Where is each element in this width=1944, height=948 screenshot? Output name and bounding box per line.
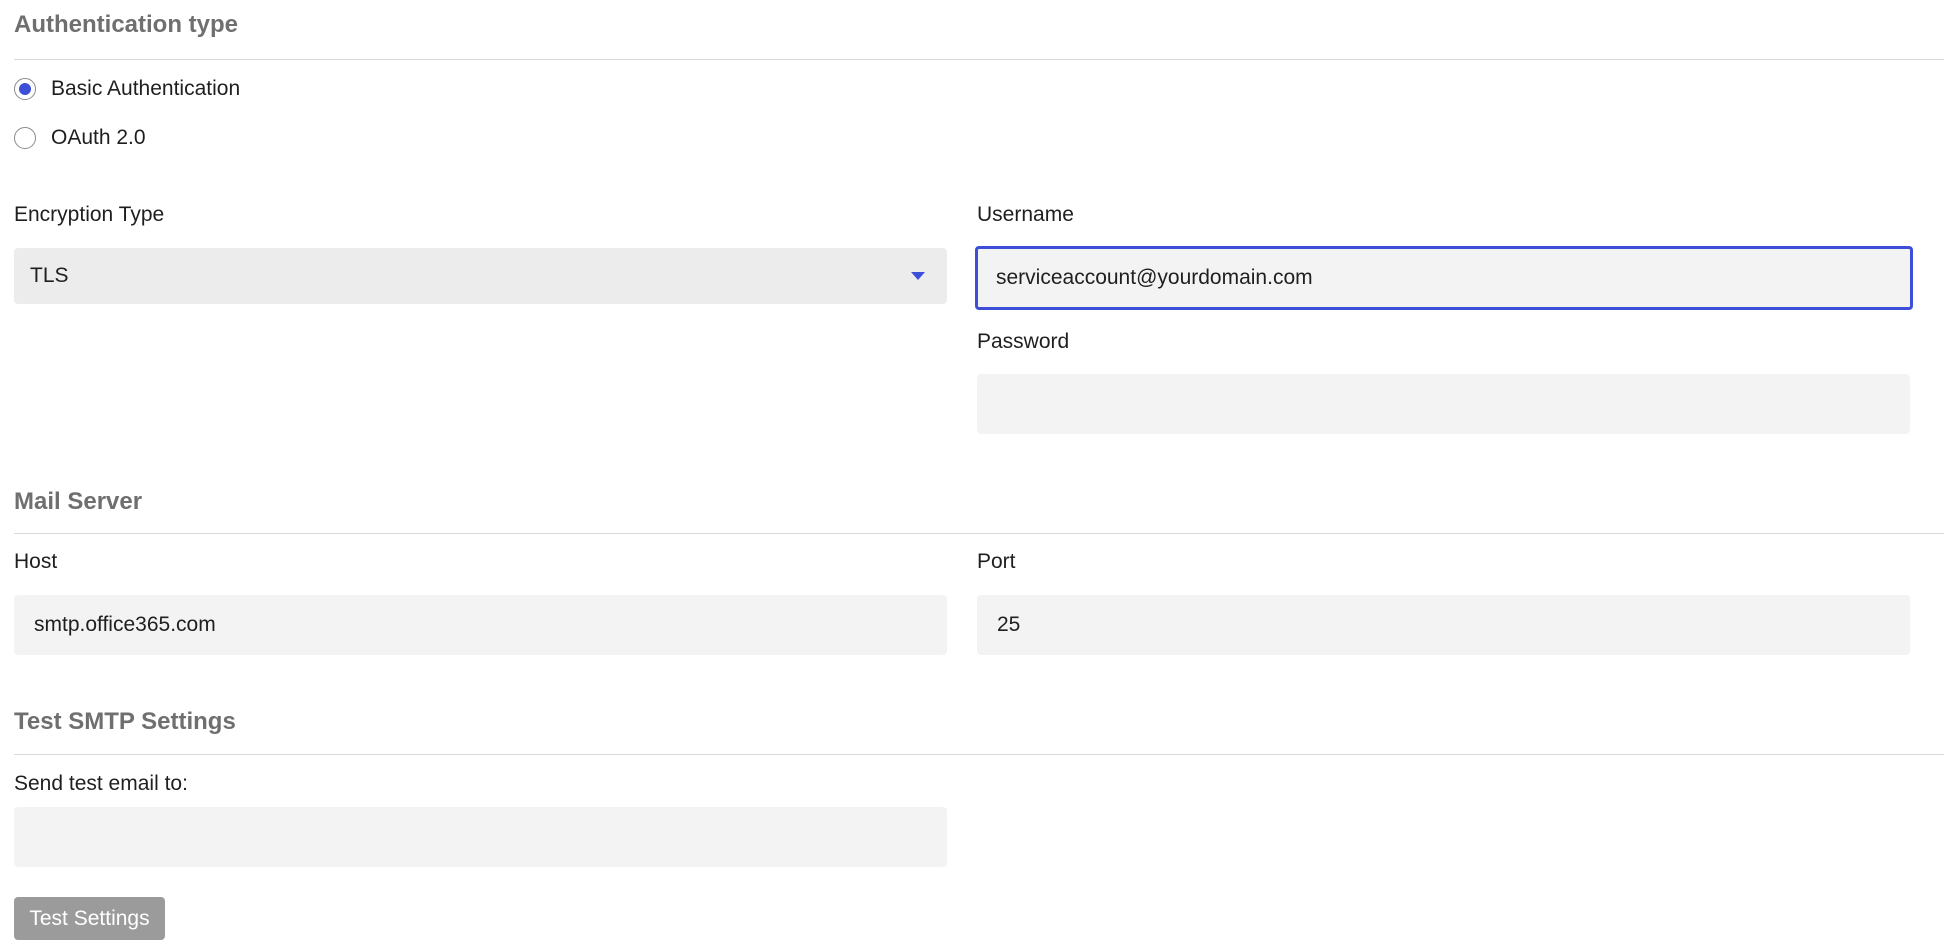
username-input[interactable]: serviceaccount@yourdomain.com (975, 246, 1913, 310)
test-smtp-title: Test SMTP Settings (14, 708, 236, 735)
username-label: Username (977, 203, 1074, 226)
auth-section-title: Authentication type (14, 11, 239, 38)
port-value: 25 (997, 613, 1021, 636)
test-settings-button[interactable]: Test Settings (14, 897, 165, 940)
radio-button-unchecked[interactable] (14, 127, 36, 149)
port-label: Port (977, 550, 1016, 573)
host-value: smtp.office365.com (34, 613, 216, 636)
radio-basic-auth[interactable]: Basic Authentication (14, 77, 240, 101)
radio-button-checked[interactable] (14, 78, 36, 100)
port-input[interactable]: 25 (977, 595, 1910, 655)
chevron-down-icon (911, 272, 925, 280)
send-test-email-input[interactable] (14, 807, 947, 867)
username-value: serviceaccount@yourdomain.com (996, 266, 1313, 289)
encryption-type-label: Encryption Type (14, 203, 165, 226)
test-smtp-divider (14, 754, 1944, 755)
radio-oauth-label: OAuth 2.0 (51, 126, 146, 149)
send-test-email-label: Send test email to: (14, 772, 188, 795)
host-input[interactable]: smtp.office365.com (14, 595, 947, 655)
encryption-type-select[interactable]: TLS (14, 248, 947, 304)
mail-server-divider (14, 533, 1944, 534)
radio-basic-auth-label: Basic Authentication (51, 77, 241, 100)
smtp-settings-page: Authentication type Basic Authentication… (0, 0, 1944, 948)
radio-dot (19, 83, 31, 95)
host-label: Host (14, 550, 58, 573)
mail-server-title: Mail Server (14, 488, 143, 515)
password-label: Password (977, 330, 1070, 353)
encryption-type-value: TLS (30, 264, 69, 287)
auth-section-divider (14, 59, 1944, 60)
password-input[interactable] (977, 374, 1910, 434)
radio-oauth[interactable]: OAuth 2.0 (14, 126, 146, 150)
